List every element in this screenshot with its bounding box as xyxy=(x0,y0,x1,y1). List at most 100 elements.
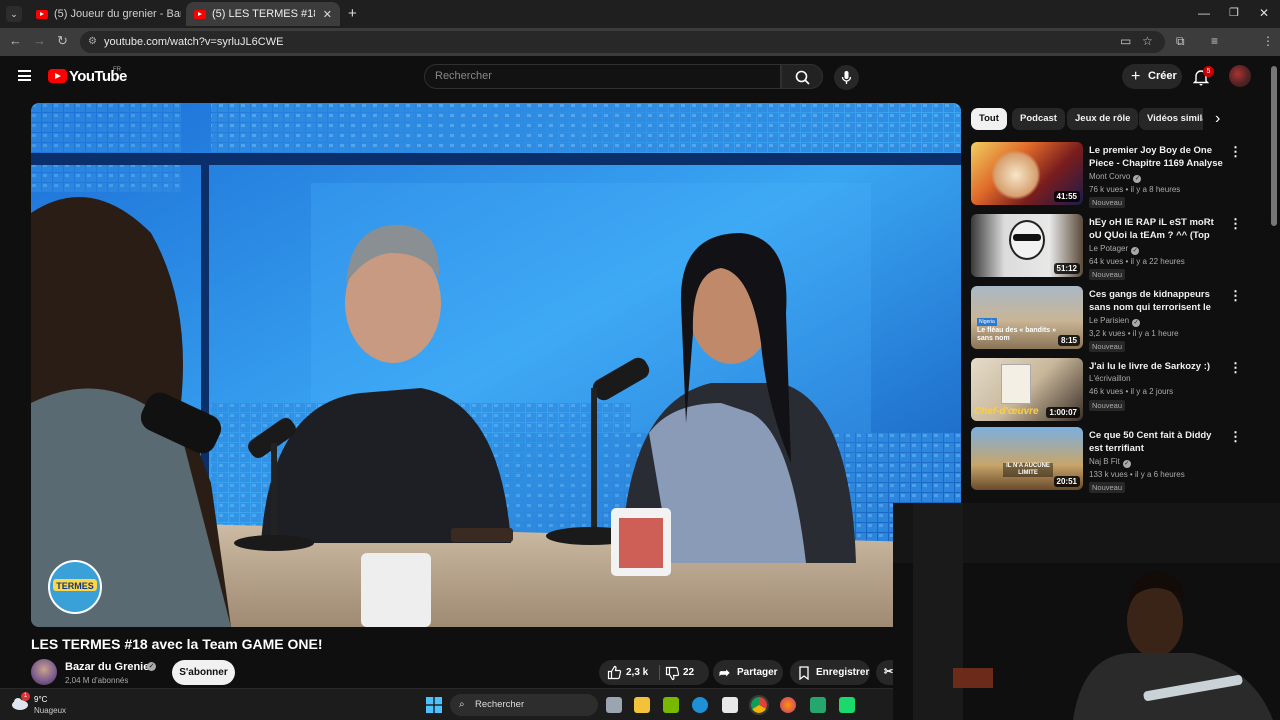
browser-toolbar: ← → ↻ ⚙ youtube.com/watch?v=syrluJL6CWE … xyxy=(0,28,1280,75)
upload-age: il y a 6 heures xyxy=(1134,470,1185,479)
close-window-icon[interactable]: ✕ xyxy=(1259,6,1269,20)
microsoft-store-icon[interactable] xyxy=(722,697,738,713)
chip-all[interactable]: Tout xyxy=(971,108,1007,130)
task-view-icon[interactable] xyxy=(606,697,622,713)
more-options-icon[interactable]: ⋮ xyxy=(1229,288,1242,304)
search-input[interactable]: Rechercher xyxy=(424,64,781,89)
chip-similar-videos[interactable]: Vidéos similaires xyxy=(1139,108,1203,130)
video-duration: 20:51 xyxy=(1053,476,1080,487)
recommendation-title[interactable]: Ce que 50 Cent fait à Diddy est terrifia… xyxy=(1089,429,1224,455)
more-options-icon[interactable]: ⋮ xyxy=(1229,144,1242,160)
recommendation-meta: 46 k vues • il y a 2 jours xyxy=(1089,387,1174,396)
video-overlay-logo-text: TERMES xyxy=(56,581,94,591)
browser-menu-icon[interactable]: ⋮ xyxy=(1262,34,1274,48)
channel-avatar[interactable] xyxy=(31,659,57,685)
like-count[interactable]: 2,3 k xyxy=(626,660,648,685)
nvidia-icon[interactable] xyxy=(663,697,679,713)
page-scrollbar[interactable] xyxy=(1271,66,1277,226)
search-button[interactable] xyxy=(781,64,823,89)
video-frame: TERMES xyxy=(31,103,961,627)
recommendation-item[interactable]: Chef-d'œuvre 1:00:07 J'ai lu le livre de… xyxy=(971,358,1243,424)
notification-count-badge: 5 xyxy=(1203,66,1214,77)
chip-podcast[interactable]: Podcast xyxy=(1012,108,1065,130)
recommendation-title[interactable]: Le premier Joy Boy de One Piece - Chapit… xyxy=(1089,144,1224,170)
video-duration: 8:15 xyxy=(1057,335,1080,346)
more-actions-button[interactable]: ✂ xyxy=(876,660,893,685)
video-player[interactable]: TERMES xyxy=(31,103,961,627)
verified-icon: ✓ xyxy=(1131,247,1140,255)
recommendation-channel[interactable]: Mont Corvo ✓ xyxy=(1089,172,1142,183)
cast-icon[interactable]: ▭ xyxy=(1120,34,1131,48)
account-avatar[interactable] xyxy=(1229,65,1251,87)
windows-start-icon[interactable] xyxy=(426,697,442,713)
reload-icon[interactable]: ↻ xyxy=(57,33,68,49)
video-thumbnail[interactable]: 51:12 xyxy=(971,214,1083,277)
new-badge: Nouveau xyxy=(1089,341,1126,352)
game-app-icon[interactable] xyxy=(839,697,855,713)
restore-icon[interactable]: ❐ xyxy=(1229,6,1239,19)
channel-name: Mont Corvo xyxy=(1089,172,1131,181)
tab-list-icon[interactable]: ⌄ xyxy=(6,6,22,22)
recommendation-item[interactable]: 51:12 hEy oH lE RAP iL eST moRt oU QUoi … xyxy=(971,214,1243,280)
forward-icon[interactable]: → xyxy=(33,33,46,48)
video-thumbnail[interactable]: Nigeria Le fléau des « bandits » sans no… xyxy=(971,286,1083,349)
taskbar-search-box[interactable]: ⌕ Rechercher xyxy=(450,694,598,716)
save-button[interactable]: Enregistrer xyxy=(790,660,870,685)
tab-title: (5) Joueur du grenier - Bart VS xyxy=(54,8,181,20)
hamburger-menu-icon[interactable] xyxy=(18,70,31,81)
back-icon[interactable]: ← xyxy=(9,33,22,48)
weather-temperature[interactable]: 9°C xyxy=(34,695,47,704)
recommendation-item[interactable]: IL N'A AUCUNE LIMITE 20:51 Ce que 50 Cen… xyxy=(971,427,1243,493)
youtube-favicon-icon xyxy=(194,9,206,19)
recommendation-channel[interactable]: Le Potager ✓ xyxy=(1089,244,1140,255)
thumbs-up-icon[interactable] xyxy=(607,665,622,680)
more-options-icon[interactable]: ⋮ xyxy=(1229,360,1242,376)
edge-icon[interactable] xyxy=(692,697,708,713)
close-tab-icon[interactable]: ✕ xyxy=(315,8,332,21)
video-thumbnail[interactable]: Chef-d'œuvre 1:00:07 xyxy=(971,358,1083,421)
bookmark-star-icon[interactable]: ☆ xyxy=(1142,34,1153,48)
share-label: Partager xyxy=(737,667,778,678)
site-info-icon[interactable]: ⚙ xyxy=(88,31,97,53)
thumbs-down-icon[interactable] xyxy=(665,666,680,681)
subscriber-count: 2,04 M d'abonnés xyxy=(65,676,129,685)
more-options-icon[interactable]: ⋮ xyxy=(1229,216,1242,232)
microphone-icon xyxy=(841,71,852,84)
recommendation-title[interactable]: J'ai lu le livre de Sarkozy :) xyxy=(1089,360,1224,373)
youtube-logo-icon[interactable] xyxy=(48,69,67,83)
video-thumbnail[interactable]: IL N'A AUCUNE LIMITE 20:51 xyxy=(971,427,1083,490)
recommendation-channel[interactable]: Le Parisien ✓ xyxy=(1089,316,1141,327)
dislike-count: 22 xyxy=(683,667,695,678)
new-tab-button[interactable]: + xyxy=(348,5,357,22)
verified-icon: ✓ xyxy=(1122,460,1131,468)
subscribe-button[interactable]: S'abonner xyxy=(172,660,235,685)
video-thumbnail[interactable]: 41:55 xyxy=(971,142,1083,205)
create-button[interactable]: + Créer xyxy=(1122,64,1182,89)
address-bar[interactable]: ⚙ youtube.com/watch?v=syrluJL6CWE xyxy=(80,31,1165,53)
recommendation-title[interactable]: hEy oH lE RAP iL eST moRt oU QUoi la tEA… xyxy=(1089,216,1224,243)
channel-name[interactable]: Bazar du Grenier xyxy=(65,661,154,673)
bookmark-icon xyxy=(799,666,809,680)
new-badge: Nouveau xyxy=(1089,482,1126,493)
recommendation-meta: 3,2 k vues • il y a 1 heure xyxy=(1089,329,1179,338)
chip-role-play[interactable]: Jeux de rôle xyxy=(1067,108,1139,130)
firefox-icon[interactable] xyxy=(780,697,796,713)
app-icon[interactable] xyxy=(810,697,826,713)
browser-tab-2[interactable]: (5) LES TERMES #18 avec la Tea ✕ xyxy=(186,2,340,26)
browser-tab-1[interactable]: (5) Joueur du grenier - Bart VS ✕ xyxy=(28,2,181,26)
extensions-icon[interactable]: ⧉ xyxy=(1176,34,1185,49)
more-options-icon[interactable]: ⋮ xyxy=(1229,429,1242,445)
chevron-right-icon[interactable]: › xyxy=(1215,110,1220,128)
recommendation-item[interactable]: 41:55 Le premier Joy Boy de One Piece - … xyxy=(971,142,1243,208)
chrome-icon[interactable] xyxy=(749,695,769,715)
recommendation-channel[interactable]: L'écrivaillon xyxy=(1089,374,1131,383)
upload-age: il y a 22 heures xyxy=(1130,257,1185,266)
reading-list-icon[interactable]: ≡ xyxy=(1211,34,1218,48)
recommendation-item[interactable]: Nigeria Le fléau des « bandits » sans no… xyxy=(971,286,1243,352)
share-button[interactable]: ➦ Partager xyxy=(713,660,783,685)
recommendation-channel[interactable]: Naj B Fit ✓ xyxy=(1089,457,1131,468)
recommendation-title[interactable]: Ces gangs de kidnappeurs sans nom qui te… xyxy=(1089,288,1224,315)
file-explorer-icon[interactable] xyxy=(634,697,650,713)
voice-search-button[interactable] xyxy=(834,65,859,90)
minimize-icon[interactable]: — xyxy=(1198,6,1210,20)
